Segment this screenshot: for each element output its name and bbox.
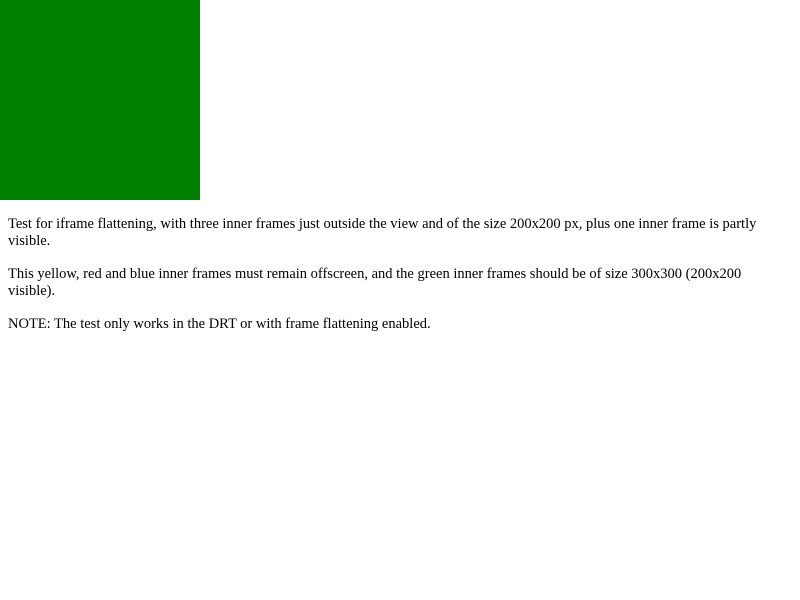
expectation-paragraph: This yellow, red and blue inner frames m… <box>8 266 742 299</box>
green-inner-frame <box>0 0 200 200</box>
intro-paragraph: Test for iframe flattening, with three i… <box>8 216 757 249</box>
test-description: Test for iframe flattening, with three i… <box>8 216 788 349</box>
note-paragraph: NOTE: The test only works in the DRT or … <box>8 316 431 332</box>
